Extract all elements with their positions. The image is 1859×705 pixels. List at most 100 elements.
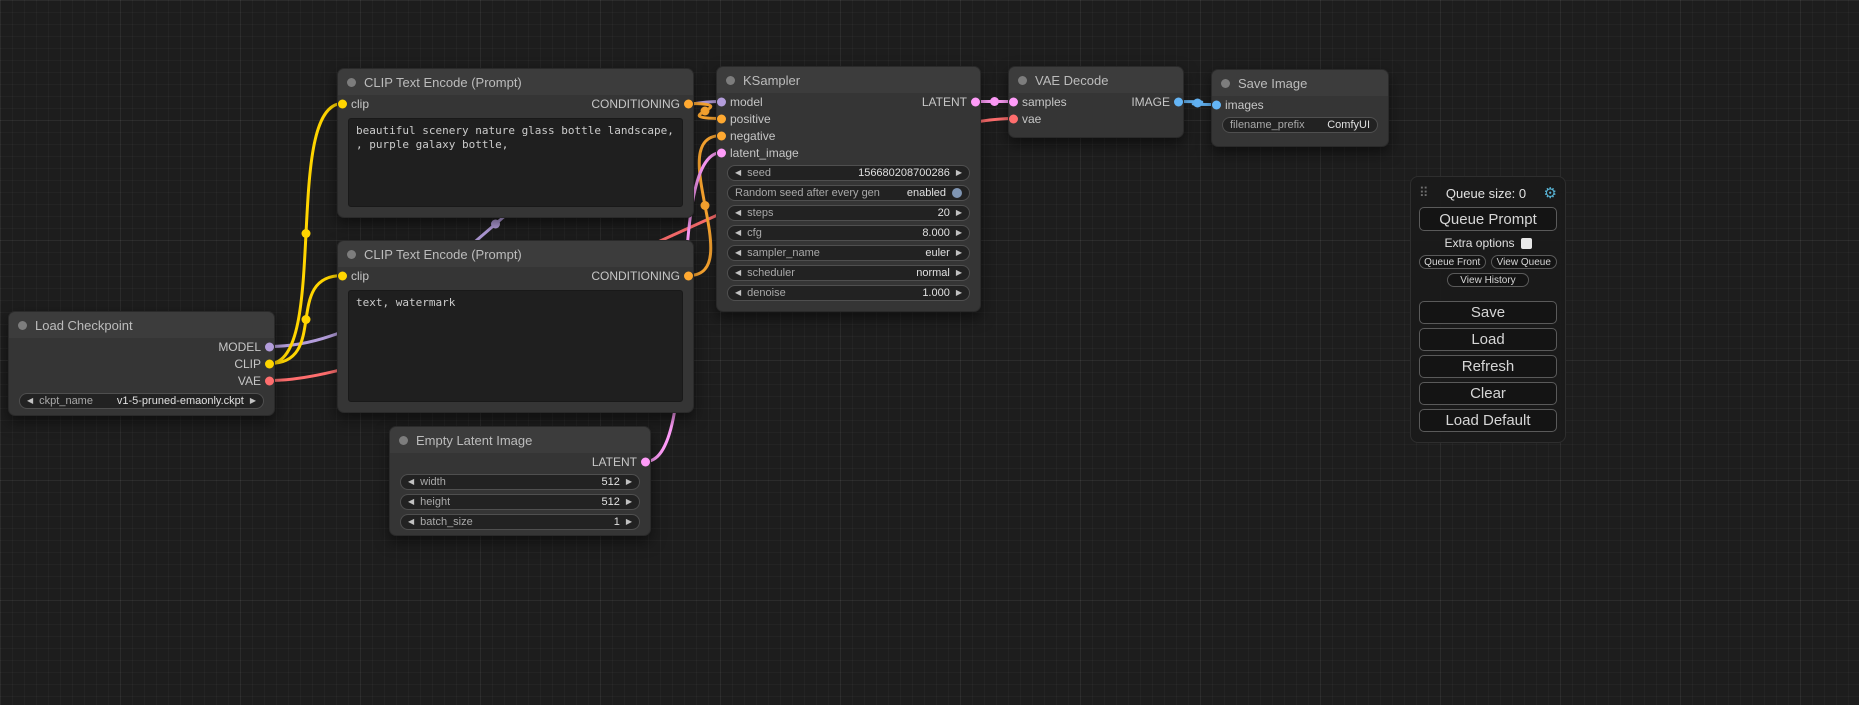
settings-gear-icon[interactable]: ⚙: [1544, 186, 1557, 201]
denoise-widget[interactable]: ◀ denoise 1.000 ▶: [727, 285, 970, 301]
increment-arrow-icon[interactable]: ▶: [956, 169, 962, 177]
samples-input-slot[interactable]: [1009, 97, 1018, 106]
queue-size-label: Queue size: 0: [1446, 186, 1526, 201]
node-ksampler[interactable]: KSampler model LATENT positive negative …: [716, 66, 981, 312]
increment-arrow-icon[interactable]: ▶: [956, 209, 962, 217]
prompt-textarea[interactable]: text, watermark: [348, 290, 683, 402]
widget-label: cfg: [747, 227, 762, 239]
load-button[interactable]: Load: [1419, 328, 1557, 351]
batch-size-widget[interactable]: ◀ batch_size 1 ▶: [400, 514, 640, 530]
clip-input-slot[interactable]: [338, 99, 347, 108]
height-widget[interactable]: ◀ height 512 ▶: [400, 494, 640, 510]
link-midpoint-dot[interactable]: [491, 220, 500, 229]
latent-image-input-slot[interactable]: [717, 148, 726, 157]
node-empty-latent-image[interactable]: Empty Latent Image LATENT ◀ width 512 ▶ …: [389, 426, 651, 536]
decrement-arrow-icon[interactable]: ◀: [735, 289, 741, 297]
increment-arrow-icon[interactable]: ▶: [250, 397, 256, 405]
filename-prefix-widget[interactable]: filename_prefix ComfyUI: [1222, 117, 1378, 133]
decrement-arrow-icon[interactable]: ◀: [735, 269, 741, 277]
cfg-widget[interactable]: ◀ cfg 8.000 ▶: [727, 225, 970, 241]
view-queue-button[interactable]: View Queue: [1491, 255, 1558, 269]
steps-widget[interactable]: ◀ steps 20 ▶: [727, 205, 970, 221]
random-seed-toggle-widget[interactable]: Random seed after every gen enabled: [727, 185, 970, 201]
increment-arrow-icon[interactable]: ▶: [956, 269, 962, 277]
drag-handle-icon[interactable]: ⠿: [1419, 185, 1429, 201]
link-midpoint-dot[interactable]: [1193, 99, 1202, 108]
link-midpoint-dot[interactable]: [302, 229, 311, 238]
node-clip-text-encode-negative[interactable]: CLIP Text Encode (Prompt) clip CONDITION…: [337, 240, 694, 413]
prompt-textarea[interactable]: beautiful scenery nature glass bottle la…: [348, 118, 683, 207]
node-vae-decode[interactable]: VAE Decode samples IMAGE vae: [1008, 66, 1184, 138]
extra-options-checkbox[interactable]: [1521, 238, 1532, 249]
output-label-image: IMAGE: [1131, 95, 1170, 109]
view-history-button[interactable]: View History: [1447, 273, 1528, 287]
link-midpoint-dot[interactable]: [302, 315, 311, 324]
positive-input-slot[interactable]: [717, 114, 726, 123]
vae-output-slot[interactable]: [265, 376, 274, 385]
node-load-checkpoint[interactable]: Load Checkpoint MODEL CLIP VAE ◀ ckpt_na…: [8, 311, 275, 416]
increment-arrow-icon[interactable]: ▶: [956, 289, 962, 297]
node-title-bar[interactable]: KSampler: [717, 67, 980, 93]
node-title-bar[interactable]: Empty Latent Image: [390, 427, 650, 453]
model-output-slot[interactable]: [265, 342, 274, 351]
collapse-dot-icon[interactable]: [18, 321, 27, 330]
decrement-arrow-icon[interactable]: ◀: [735, 209, 741, 217]
sampler-name-widget[interactable]: ◀ sampler_name euler ▶: [727, 245, 970, 261]
link-midpoint-dot[interactable]: [701, 107, 710, 116]
conditioning-output-slot[interactable]: [684, 271, 693, 280]
images-input-slot[interactable]: [1212, 100, 1221, 109]
ckpt-name-widget[interactable]: ◀ ckpt_name v1-5-pruned-emaonly.ckpt ▶: [19, 393, 264, 409]
collapse-dot-icon[interactable]: [347, 250, 356, 259]
node-title-bar[interactable]: Load Checkpoint: [9, 312, 274, 338]
collapse-dot-icon[interactable]: [1018, 76, 1027, 85]
image-output-slot[interactable]: [1174, 97, 1183, 106]
queue-front-button[interactable]: Queue Front: [1419, 255, 1486, 269]
model-input-slot[interactable]: [717, 97, 726, 106]
node-title: CLIP Text Encode (Prompt): [364, 247, 522, 262]
decrement-arrow-icon[interactable]: ◀: [735, 249, 741, 257]
decrement-arrow-icon[interactable]: ◀: [27, 397, 33, 405]
increment-arrow-icon[interactable]: ▶: [956, 229, 962, 237]
save-button[interactable]: Save: [1419, 301, 1557, 324]
slot-row: LATENT: [390, 453, 650, 470]
latent-output-slot[interactable]: [641, 457, 650, 466]
collapse-dot-icon[interactable]: [399, 436, 408, 445]
node-title-bar[interactable]: CLIP Text Encode (Prompt): [338, 69, 693, 95]
increment-arrow-icon[interactable]: ▶: [626, 518, 632, 526]
node-clip-text-encode-positive[interactable]: CLIP Text Encode (Prompt) clip CONDITION…: [337, 68, 694, 218]
node-title-bar[interactable]: CLIP Text Encode (Prompt): [338, 241, 693, 267]
decrement-arrow-icon[interactable]: ◀: [735, 169, 741, 177]
decrement-arrow-icon[interactable]: ◀: [735, 229, 741, 237]
queue-prompt-button[interactable]: Queue Prompt: [1419, 207, 1557, 231]
clip-input-slot[interactable]: [338, 271, 347, 280]
increment-arrow-icon[interactable]: ▶: [626, 498, 632, 506]
seed-widget[interactable]: ◀ seed 156680208700286 ▶: [727, 165, 970, 181]
scheduler-widget[interactable]: ◀ scheduler normal ▶: [727, 265, 970, 281]
vae-input-slot[interactable]: [1009, 114, 1018, 123]
conditioning-output-slot[interactable]: [684, 99, 693, 108]
decrement-arrow-icon[interactable]: ◀: [408, 478, 414, 486]
toggle-knob-icon[interactable]: [952, 188, 962, 198]
node-save-image[interactable]: Save Image images filename_prefix ComfyU…: [1211, 69, 1389, 147]
collapse-dot-icon[interactable]: [347, 78, 356, 87]
decrement-arrow-icon[interactable]: ◀: [408, 518, 414, 526]
node-title-bar[interactable]: VAE Decode: [1009, 67, 1183, 93]
widget-value: 512: [601, 476, 619, 488]
clip-output-slot[interactable]: [265, 359, 274, 368]
negative-input-slot[interactable]: [717, 131, 726, 140]
node-graph-canvas[interactable]: Load Checkpoint MODEL CLIP VAE ◀ ckpt_na…: [0, 0, 1859, 705]
latent-output-slot[interactable]: [971, 97, 980, 106]
slot-row: CLIP: [9, 355, 274, 372]
width-widget[interactable]: ◀ width 512 ▶: [400, 474, 640, 490]
decrement-arrow-icon[interactable]: ◀: [408, 498, 414, 506]
increment-arrow-icon[interactable]: ▶: [626, 478, 632, 486]
clear-button[interactable]: Clear: [1419, 382, 1557, 405]
link-midpoint-dot[interactable]: [990, 97, 999, 106]
link-midpoint-dot[interactable]: [701, 201, 710, 210]
refresh-button[interactable]: Refresh: [1419, 355, 1557, 378]
collapse-dot-icon[interactable]: [1221, 79, 1230, 88]
load-default-button[interactable]: Load Default: [1419, 409, 1557, 432]
node-title-bar[interactable]: Save Image: [1212, 70, 1388, 96]
increment-arrow-icon[interactable]: ▶: [956, 249, 962, 257]
collapse-dot-icon[interactable]: [726, 76, 735, 85]
